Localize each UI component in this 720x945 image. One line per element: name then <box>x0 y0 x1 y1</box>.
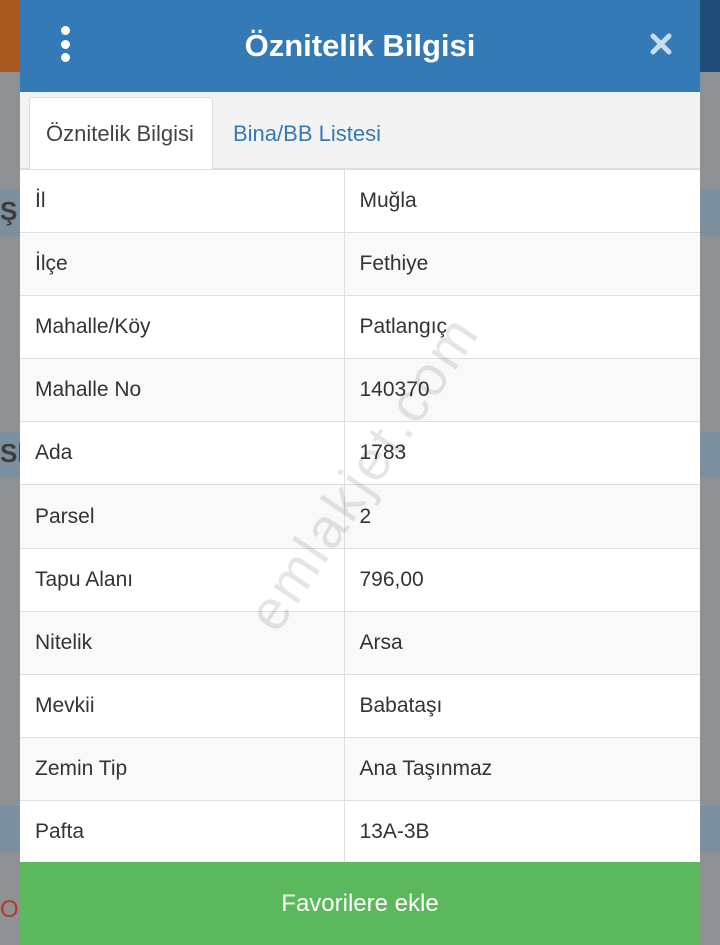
table-row: Ada 1783 <box>20 421 700 486</box>
attribute-key: Mahalle No <box>20 358 345 423</box>
modal-header: Öznitelik Bilgisi <box>20 0 700 92</box>
attribute-key: İl <box>20 168 345 234</box>
table-row: Pafta 13A-3B <box>20 799 700 865</box>
attribute-value: 13A-3B <box>343 799 700 865</box>
attribute-key: Mahalle/Köy <box>20 295 345 360</box>
table-row: Mevkii Babataşı <box>20 673 700 738</box>
close-icon[interactable] <box>648 26 674 62</box>
attribute-key: Zemin Tip <box>20 736 345 801</box>
attribute-key: Tapu Alanı <box>20 547 345 612</box>
table-row: Nitelik Arsa <box>20 610 700 675</box>
attribute-key: İlçe <box>20 232 345 297</box>
add-to-favorites-button[interactable]: Favorilere ekle <box>20 862 700 945</box>
background-text-fragment: O <box>0 896 19 923</box>
attribute-value: Ana Taşınmaz <box>343 736 700 801</box>
attribute-key: Mevkii <box>20 673 345 738</box>
background-text-fragment: Ş <box>0 196 18 226</box>
table-row: Mahalle/Köy Patlangıç <box>20 295 700 360</box>
attribute-key: Parsel <box>20 484 345 549</box>
attribute-value: Fethiye <box>343 232 700 297</box>
table-row: İlçe Fethiye <box>20 232 700 297</box>
table-row: Tapu Alanı 796,00 <box>20 547 700 612</box>
modal-title: Öznitelik Bilgisi <box>244 28 476 63</box>
attribute-info-modal: Öznitelik Bilgisi Öznitelik Bilgisi Bina… <box>20 0 700 945</box>
attribute-value: 140370 <box>343 358 700 423</box>
attribute-value: 796,00 <box>343 547 700 612</box>
attribute-value: Arsa <box>343 610 700 675</box>
attribute-key: Pafta <box>20 799 345 865</box>
attribute-value: Patlangıç <box>343 295 700 360</box>
attribute-key: Nitelik <box>20 610 345 675</box>
tab-attribute-info[interactable]: Öznitelik Bilgisi <box>29 97 213 170</box>
tab-building-list[interactable]: Bina/BB Listesi <box>217 97 397 170</box>
table-row: Mahalle No 140370 <box>20 358 700 423</box>
attribute-value: 1783 <box>343 421 700 486</box>
background-text-fragment: Sk <box>0 438 22 468</box>
table-row: Parsel 2 <box>20 484 700 549</box>
attribute-value: 2 <box>343 484 700 549</box>
table-row: Zemin Tip Ana Taşınmaz <box>20 736 700 801</box>
kebab-menu-icon[interactable] <box>56 26 74 62</box>
attribute-value: Babataşı <box>343 673 700 738</box>
table-row: İl Muğla <box>20 168 700 234</box>
attribute-key: Ada <box>20 421 345 486</box>
background-orange-strip <box>0 0 22 72</box>
attribute-value: Muğla <box>343 168 700 234</box>
attribute-table: İl Muğla İlçe Fethiye Mahalle/Köy Patlangıç Ma… <box>20 168 700 865</box>
tab-bar: Öznitelik Bilgisi Bina/BB Listesi <box>20 92 700 170</box>
